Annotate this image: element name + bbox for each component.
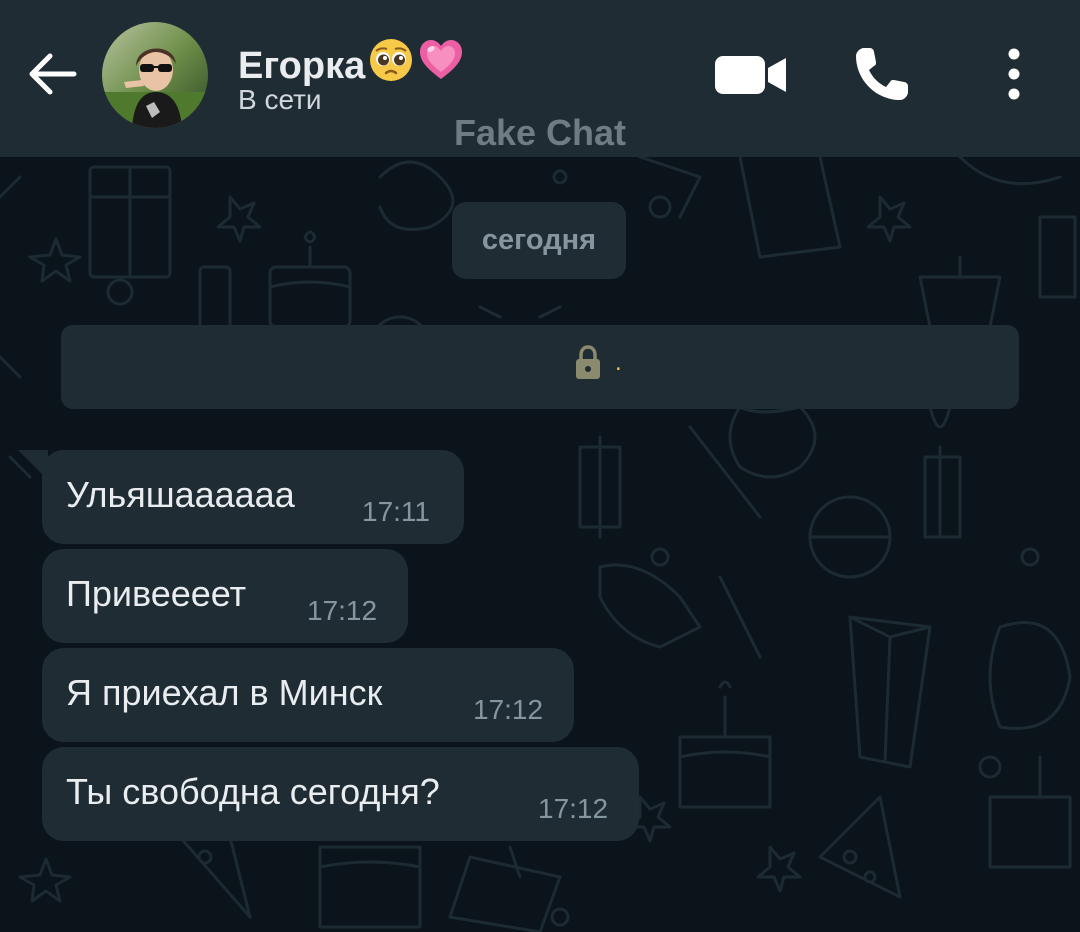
watermark-text: Fake Chat bbox=[453, 112, 627, 153]
growing-heart-emoji bbox=[417, 36, 465, 94]
phone-icon bbox=[856, 48, 908, 100]
message-text: Привеееет bbox=[66, 573, 247, 614]
date-chip: сегодня bbox=[452, 202, 626, 279]
message-time: 17:12 bbox=[307, 595, 378, 626]
message-text: Ульяшаааааа bbox=[66, 474, 295, 515]
chat-area[interactable]: сегодня . Ульяшаааааа 17:11 Привеееет 17… bbox=[0, 157, 1080, 932]
message-bubble[interactable]: Ульяшаааааа 17:11 bbox=[18, 450, 464, 544]
bubble-tail bbox=[18, 450, 48, 480]
pleading-face-emoji bbox=[367, 36, 415, 94]
video-call-button[interactable] bbox=[712, 50, 790, 100]
chat-header: Егорка В сети Fake Chat bbox=[0, 0, 1080, 157]
encryption-banner[interactable]: . bbox=[61, 325, 1019, 409]
more-vertical-icon bbox=[1008, 48, 1020, 100]
message-text: Я приехал в Минск bbox=[66, 672, 383, 713]
video-camera-icon bbox=[715, 56, 786, 94]
message-bubble[interactable]: Привеееет 17:12 bbox=[42, 549, 408, 643]
lock-icon bbox=[576, 345, 600, 379]
back-button[interactable] bbox=[22, 44, 82, 104]
message-bubble[interactable]: Я приехал в Минск 17:12 bbox=[42, 648, 574, 742]
encryption-banner-text: . bbox=[615, 349, 622, 376]
voice-call-button[interactable] bbox=[850, 42, 914, 106]
message-text: Ты свободна сегодня? bbox=[66, 771, 440, 812]
contact-name-text: Егорка bbox=[238, 45, 366, 87]
message-time: 17:12 bbox=[473, 694, 544, 725]
message-bubble[interactable]: Ты свободна сегодня? 17:12 bbox=[42, 747, 639, 841]
message-time: 17:12 bbox=[538, 793, 609, 824]
more-options-button[interactable] bbox=[994, 44, 1034, 104]
arrow-left-icon bbox=[29, 53, 77, 95]
message-time: 17:11 bbox=[362, 496, 430, 527]
